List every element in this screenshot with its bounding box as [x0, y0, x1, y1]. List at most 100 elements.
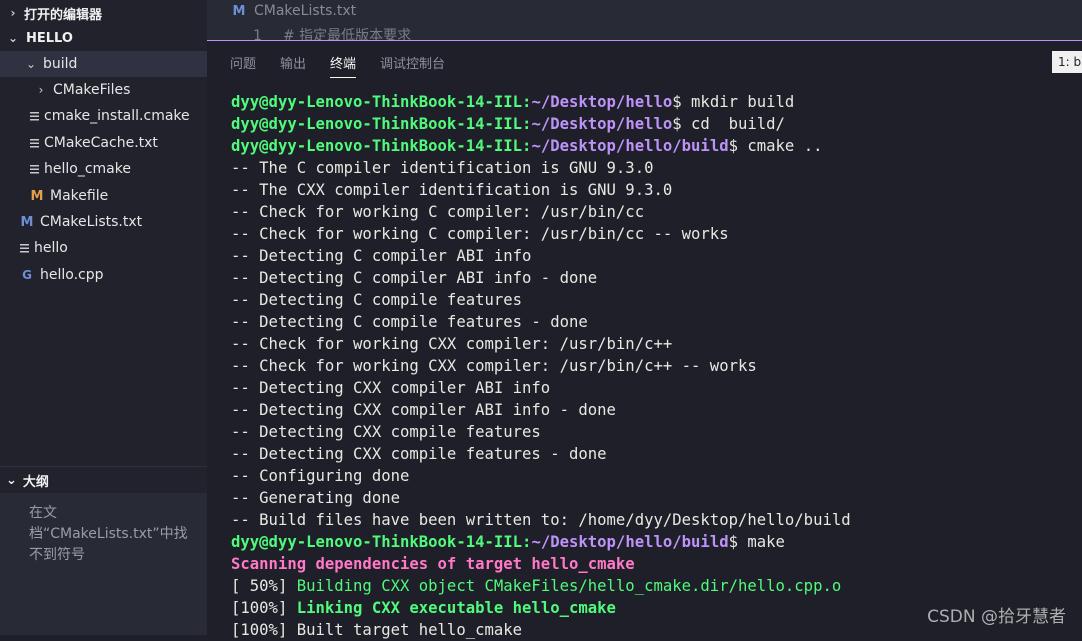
- terminal-line: -- Check for working CXX compiler: /usr/…: [231, 333, 851, 355]
- terminal-output-text: -- Check for working C compiler: /usr/bi…: [231, 203, 645, 221]
- outline-panel: 在文档“CMakeLists.txt”中找不到符号: [0, 493, 207, 635]
- tree-item-label: cmake_install.cmake: [44, 108, 190, 124]
- file-lines-icon: [30, 138, 39, 148]
- terminal-line: dyy@dyy-Lenovo-ThinkBook-14-IIL:~/Deskto…: [231, 531, 851, 553]
- terminal-line: -- Detecting CXX compile features - done: [231, 443, 851, 465]
- chevron-down-icon: ⌄: [25, 57, 37, 71]
- terminal-line: -- Check for working C compiler: /usr/bi…: [231, 223, 851, 245]
- terminal-output-text: -- Detecting CXX compiler ABI info: [231, 379, 551, 397]
- terminal-output-text: -- Build files have been written to: /ho…: [231, 511, 851, 529]
- cpp-file-icon: G: [22, 268, 32, 282]
- tree-item-label: CMakeFiles: [53, 82, 131, 98]
- project-folder-label: HELLO: [26, 30, 73, 46]
- outline-empty-message: 在文档“CMakeLists.txt”中找不到符号: [29, 505, 188, 563]
- terminal-line: -- Check for working CXX compiler: /usr/…: [231, 355, 851, 377]
- prompt-user-host: dyy@dyy-Lenovo-ThinkBook-14-IIL:: [231, 115, 532, 133]
- terminal-line: [ 50%] Building CXX object CMakeFiles/he…: [231, 575, 851, 597]
- tree-item-hello-cmake[interactable]: hello_cmake: [0, 156, 207, 182]
- terminal-output-text: -- Detecting C compile features: [231, 291, 523, 309]
- terminal-output-text: -- Detecting CXX compiler ABI info - don…: [231, 401, 616, 419]
- terminal-line: [100%] Linking CXX executable hello_cmak…: [231, 597, 851, 619]
- editor-area: M CMakeLists.txt 1 # 指定最低版本要求: [207, 0, 1082, 40]
- tab-problems[interactable]: 问题: [230, 53, 256, 78]
- tab-debug-console[interactable]: 调试控制台: [380, 53, 445, 78]
- explorer-sidebar: › 打开的编辑器 ⌄ HELLO ⌄ build › CMakeFiles cm…: [0, 0, 207, 635]
- terminal-line: [100%] Built target hello_cmake: [231, 619, 851, 641]
- terminal-output-text: -- Detecting CXX compile features: [231, 423, 541, 441]
- progress-text: Built target hello_cmake: [296, 621, 523, 639]
- tree-item-build[interactable]: ⌄ build: [0, 51, 207, 77]
- terminal-line: -- Detecting C compiler ABI info - done: [231, 267, 851, 289]
- editor-tab-cmakelists[interactable]: M CMakeLists.txt: [230, 3, 357, 19]
- tree-item-label: CMakeLists.txt: [40, 214, 143, 230]
- terminal-line: Scanning dependencies of target hello_cm…: [231, 553, 851, 575]
- tree-item-label: build: [43, 56, 78, 72]
- prompt-user-host: dyy@dyy-Lenovo-ThinkBook-14-IIL:: [231, 533, 532, 551]
- makefile-icon: M: [30, 188, 44, 204]
- prompt-path: ~/Desktop/hello: [531, 115, 673, 133]
- terminal-output-text: -- Detecting C compiler ABI info: [231, 247, 532, 265]
- open-editors-label: 打开的编辑器: [24, 7, 103, 23]
- terminal-select[interactable]: 1: bash: [1052, 51, 1082, 73]
- terminal-output-text: -- Detecting C compiler ABI info - done: [231, 269, 598, 287]
- tree-item-label: hello_cmake: [44, 161, 131, 177]
- code-line[interactable]: 1 # 指定最低版本要求: [253, 25, 411, 40]
- prompt-user-host: dyy@dyy-Lenovo-ThinkBook-14-IIL:: [231, 93, 532, 111]
- terminal-line: -- The CXX compiler identification is GN…: [231, 179, 851, 201]
- tree-item-hello-cpp[interactable]: G hello.cpp: [0, 262, 207, 288]
- chevron-right-icon: ›: [10, 6, 16, 20]
- prompt-command: $ cmake ..: [728, 137, 823, 155]
- terminal-line: -- Configuring done: [231, 465, 851, 487]
- terminal-line: -- Generating done: [231, 487, 851, 509]
- code-comment: # 指定最低版本要求: [283, 28, 412, 40]
- terminal-output[interactable]: dyy@dyy-Lenovo-ThinkBook-14-IIL:~/Deskto…: [231, 91, 851, 641]
- terminal-line: dyy@dyy-Lenovo-ThinkBook-14-IIL:~/Deskto…: [231, 135, 851, 157]
- prompt-command: $ cd build/: [672, 115, 785, 133]
- file-lines-icon: [20, 243, 29, 253]
- progress-percent: [100%]: [231, 599, 297, 617]
- open-editors-header[interactable]: › 打开的编辑器: [0, 0, 207, 26]
- outline-title: 大纲: [22, 474, 49, 490]
- progress-text: Linking CXX executable hello_cmake: [296, 599, 616, 617]
- outline-header[interactable]: ⌄ 大纲: [0, 466, 207, 493]
- terminal-line: -- Detecting C compile features: [231, 289, 851, 311]
- tree-item-hello[interactable]: hello: [0, 235, 207, 261]
- tab-terminal[interactable]: 终端: [330, 53, 357, 78]
- terminal-output-text: -- Check for working CXX compiler: /usr/…: [231, 357, 757, 375]
- terminal-output-text: -- The CXX compiler identification is GN…: [231, 181, 673, 199]
- terminal-line: -- Detecting CXX compiler ABI info - don…: [231, 399, 851, 421]
- terminal-status-text: Scanning dependencies of target hello_cm…: [231, 555, 635, 573]
- tree-item-cmakelists[interactable]: M CMakeLists.txt: [0, 209, 207, 235]
- terminal-line: -- Detecting CXX compile features: [231, 421, 851, 443]
- prompt-user-host: dyy@dyy-Lenovo-ThinkBook-14-IIL:: [231, 137, 532, 155]
- file-lines-icon: [30, 164, 39, 174]
- terminal-line: -- Detecting C compile features - done: [231, 311, 851, 333]
- project-folder-header[interactable]: ⌄ HELLO: [0, 25, 207, 51]
- tree-item-cmakefiles[interactable]: › CMakeFiles: [0, 77, 207, 103]
- progress-percent: [ 50%]: [231, 577, 297, 595]
- terminal-line: -- Build files have been written to: /ho…: [231, 509, 851, 531]
- terminal-line: -- Detecting CXX compiler ABI info: [231, 377, 851, 399]
- prompt-path: ~/Desktop/hello/build: [531, 137, 729, 155]
- terminal-output-text: -- Check for working CXX compiler: /usr/…: [231, 335, 673, 353]
- watermark: CSDN @拾牙慧者: [927, 607, 1066, 627]
- terminal-line: -- Detecting C compiler ABI info: [231, 245, 851, 267]
- tree-item-makefile[interactable]: M Makefile: [0, 183, 207, 209]
- terminal-output-text: -- Detecting C compile features - done: [231, 313, 588, 331]
- tree-item-label: CMakeCache.txt: [44, 135, 158, 151]
- prompt-command: $ make: [728, 533, 785, 551]
- tree-item-label: hello.cpp: [40, 267, 104, 283]
- terminal-output-text: -- Configuring done: [231, 467, 410, 485]
- tree-item-label: hello: [34, 240, 68, 256]
- tab-output[interactable]: 输出: [280, 53, 306, 78]
- bottom-panel: 问题 输出 终端 调试控制台 1: bash dyy@dyy-Lenovo-Th…: [207, 41, 1082, 639]
- tree-item-label: Makefile: [50, 188, 109, 204]
- prompt-path: ~/Desktop/hello: [531, 93, 673, 111]
- tree-item-cmake-install[interactable]: cmake_install.cmake: [0, 103, 207, 129]
- terminal-output-text: -- Generating done: [231, 489, 400, 507]
- terminal-output-text: -- Check for working C compiler: /usr/bi…: [231, 225, 729, 243]
- file-lines-icon: [30, 111, 39, 121]
- terminal-output-text: -- The C compiler identification is GNU …: [231, 159, 654, 177]
- progress-text: Building CXX object CMakeFiles/hello_cma…: [296, 577, 842, 595]
- tree-item-cmakecache[interactable]: CMakeCache.txt: [0, 130, 207, 156]
